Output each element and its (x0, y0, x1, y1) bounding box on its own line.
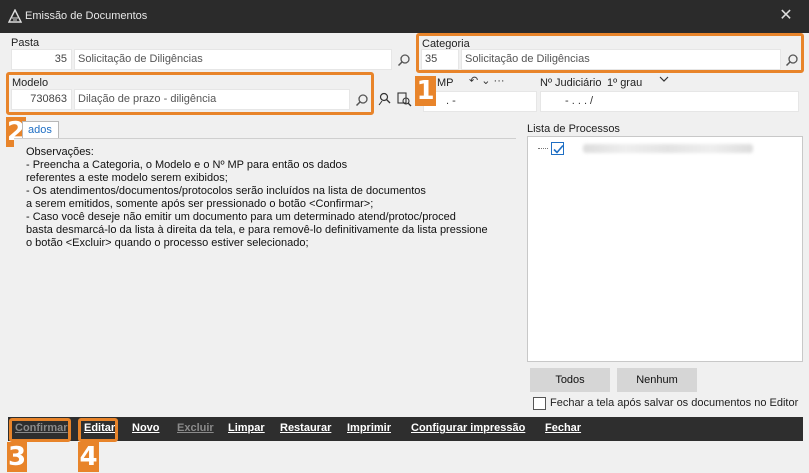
processo-checkbox[interactable] (551, 142, 564, 155)
configurar-impressao-button[interactable]: Configurar impressão (411, 422, 525, 434)
judiciario-label: Nº Judiciário (540, 77, 602, 89)
fechar-tela-checkbox[interactable] (533, 397, 546, 410)
restaurar-button[interactable]: Restaurar (280, 422, 331, 434)
obs-line: - Preencha a Categoria, o Modelo e o Nº … (26, 159, 348, 171)
tab-dados[interactable]: ados (22, 121, 59, 138)
limpar-button[interactable]: Limpar (228, 422, 265, 434)
modelo-code-field[interactable]: 730863 (11, 89, 72, 110)
processo-number-blurred (583, 144, 753, 153)
modelo-search-icon[interactable] (352, 90, 372, 110)
excluir-button[interactable]: Excluir (177, 422, 214, 434)
grau-chevron-down-icon[interactable] (659, 74, 669, 84)
lookup-document-icon[interactable] (396, 91, 414, 109)
mp-nav-arrows[interactable]: ↶ ⌄ ··· (469, 74, 505, 87)
pasta-search-icon[interactable] (394, 50, 414, 70)
observacoes-panel: Observações: - Preencha a Categoria, o M… (14, 138, 516, 408)
badge-1: 1 (415, 76, 436, 106)
obs-line: a serem emitidos, somente após ser press… (26, 198, 374, 210)
obs-line: referentes a este modelo serem exibidos; (26, 172, 228, 184)
judiciario-field[interactable]: - . . . / (540, 91, 799, 112)
pasta-code-field[interactable]: 35 (11, 49, 72, 70)
obs-line: - Os atendimentos/documentos/protocolos … (26, 185, 426, 197)
nenhum-button[interactable]: Nenhum (617, 368, 697, 392)
title-bar: Emissão de Documentos ✕ (0, 0, 809, 33)
badge-3: 3 (7, 442, 27, 472)
grau-label: 1º grau (607, 77, 643, 89)
processos-label: Lista de Processos (527, 123, 620, 135)
obs-line: - Caso você deseje não emitir um documen… (26, 211, 456, 223)
modelo-name-field[interactable]: Dilação de prazo - diligência (74, 89, 350, 110)
novo-button[interactable]: Novo (132, 422, 160, 434)
processos-list (527, 136, 803, 362)
close-icon[interactable]: ✕ (777, 7, 795, 25)
fechar-tela-label: Fechar a tela após salvar os documentos … (550, 397, 799, 409)
categoria-name-field[interactable]: Solicitação de Diligências (461, 49, 781, 70)
window-title: Emissão de Documentos (25, 10, 148, 22)
pasta-label: Pasta (11, 37, 40, 49)
todos-button[interactable]: Todos (530, 368, 610, 392)
mp-field[interactable]: . - (423, 91, 537, 112)
categoria-code-field[interactable]: 35 (421, 49, 459, 70)
lookup-person-icon[interactable] (377, 91, 395, 109)
obs-line: o botão <Excluir> quando o processo esti… (26, 237, 309, 249)
pasta-name-field[interactable]: Solicitação de Diligências (74, 49, 392, 70)
list-item[interactable] (536, 142, 796, 155)
mp-label: MP (437, 77, 454, 89)
badge-4: 4 (78, 442, 99, 472)
confirmar-highlight (9, 418, 71, 442)
app-logo-icon (7, 8, 23, 23)
action-toolbar: Confirmar Editar Novo Excluir Limpar Res… (8, 417, 803, 441)
emissao-window: Emissão de Documentos ✕ Pasta 35 Solicit… (0, 0, 809, 473)
modelo-label: Modelo (12, 77, 49, 89)
fechar-button[interactable]: Fechar (545, 422, 581, 434)
editar-highlight (78, 418, 118, 442)
obs-line: Observações: (26, 146, 94, 158)
imprimir-button[interactable]: Imprimir (347, 422, 391, 434)
categoria-search-icon[interactable] (782, 50, 802, 70)
obs-line: basta desmarcá-lo da lista à direita da … (26, 224, 488, 236)
tree-line (538, 148, 548, 149)
